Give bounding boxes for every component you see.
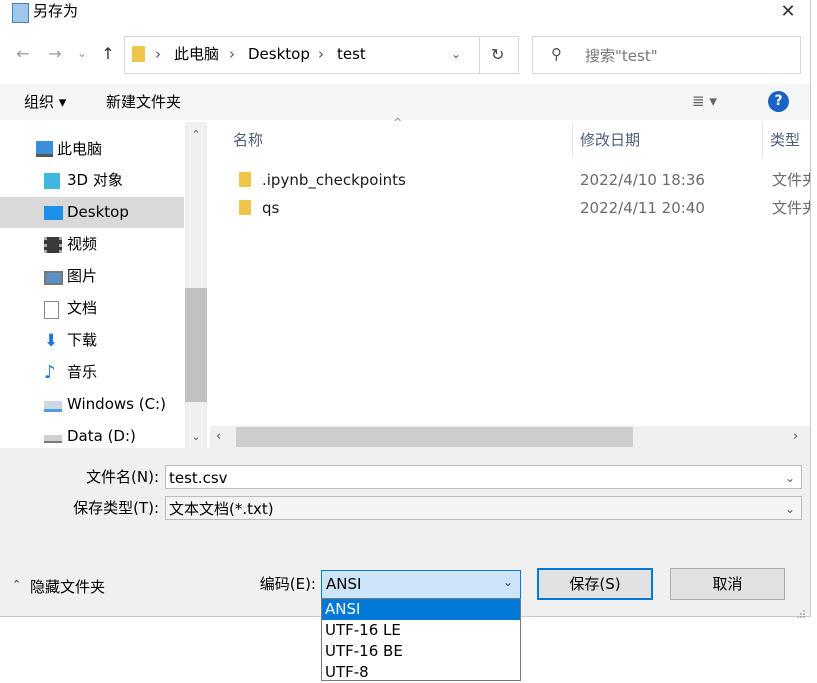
column-divider[interactable] xyxy=(572,122,573,158)
sidebar-item-label: 下载 xyxy=(67,331,98,349)
horizontal-scrollbar-thumb[interactable] xyxy=(236,427,633,447)
sort-ascending-icon: ^ xyxy=(393,116,403,129)
encoding-option-ansi[interactable]: ANSI xyxy=(322,599,520,620)
encoding-option-utf16be[interactable]: UTF-16 BE xyxy=(322,641,520,662)
encoding-label: 编码(E): xyxy=(259,575,316,593)
folder-icon xyxy=(239,172,251,187)
sidebar-item-label: Data (D:) xyxy=(67,427,136,445)
file-row[interactable]: .ipynb_checkpoints 2022/4/10 18:36 文件夹 xyxy=(230,168,810,194)
chevron-down-icon: ⌄ xyxy=(784,502,795,516)
picture-icon xyxy=(44,271,63,285)
sidebar-item-desktop[interactable]: Desktop xyxy=(0,197,184,228)
recent-locations-chevron-icon[interactable]: ⌄ xyxy=(76,43,88,63)
sidebar-item-documents[interactable]: 文档 xyxy=(0,293,184,324)
column-divider[interactable] xyxy=(762,122,763,158)
scroll-up-arrow-icon[interactable]: ⌃ xyxy=(185,128,207,141)
column-header-date-modified[interactable]: 修改日期 xyxy=(580,130,640,150)
sidebar-item-videos[interactable]: 视频 xyxy=(0,229,184,260)
organize-menu-button[interactable]: 组织 ▾ xyxy=(24,92,66,112)
help-icon[interactable]: ? xyxy=(768,91,789,112)
computer-icon xyxy=(36,141,53,157)
file-name: qs xyxy=(262,199,280,217)
breadcrumb-separator-icon: › xyxy=(318,45,324,63)
sidebar-item-downloads[interactable]: ⬇ 下载 xyxy=(0,325,184,356)
filetype-select[interactable]: 文本文档(*.txt) ⌄ xyxy=(165,496,802,520)
column-header-name[interactable]: 名称 xyxy=(233,130,263,150)
sidebar-item-music[interactable]: ♪ 音乐 xyxy=(0,357,184,388)
encoding-value: ANSI xyxy=(326,575,362,593)
window-title: 另存为 xyxy=(33,2,79,20)
sidebar-item-label: 音乐 xyxy=(67,363,98,381)
sidebar-item-pictures[interactable]: 图片 xyxy=(0,261,184,292)
refresh-button[interactable]: ↻ xyxy=(478,36,519,74)
up-arrow-icon[interactable]: ↑ xyxy=(99,44,117,64)
breadcrumb-desktop[interactable]: Desktop xyxy=(248,45,310,63)
sidebar-item-label: Desktop xyxy=(67,203,129,221)
encoding-option-utf16le[interactable]: UTF-16 LE xyxy=(322,620,520,641)
sidebar-item-windows-c[interactable]: Windows (C:) xyxy=(0,389,184,420)
chevron-down-icon[interactable]: ⌄ xyxy=(785,466,795,490)
drive-icon xyxy=(44,435,62,443)
new-folder-button[interactable]: 新建文件夹 xyxy=(106,92,181,112)
file-name: .ipynb_checkpoints xyxy=(262,171,406,189)
filetype-value: 文本文档(*.txt) xyxy=(169,500,274,518)
cube-icon xyxy=(44,173,60,189)
view-options-icon[interactable]: ≣ ▾ xyxy=(692,91,717,111)
sidebar-item-label: Windows (C:) xyxy=(67,395,166,413)
breadcrumb-separator-icon: › xyxy=(155,45,161,63)
encoding-option-utf8[interactable]: UTF-8 xyxy=(322,662,520,683)
sidebar-item-label: 3D 对象 xyxy=(67,171,123,189)
music-icon: ♪ xyxy=(44,362,56,383)
folder-icon xyxy=(239,200,251,215)
scroll-down-arrow-icon[interactable]: ⌄ xyxy=(185,430,207,443)
file-date: 2022/4/11 20:40 xyxy=(580,199,705,217)
refresh-icon: ↻ xyxy=(491,45,505,64)
notepad-icon xyxy=(12,3,29,23)
sidebar-item-3d-objects[interactable]: 3D 对象 xyxy=(0,165,184,196)
column-header-type[interactable]: 类型 xyxy=(770,130,810,150)
breadcrumb-this-pc[interactable]: 此电脑 xyxy=(174,45,219,63)
file-type: 文件夹 xyxy=(772,171,810,189)
filename-value: test.csv xyxy=(169,469,228,487)
search-placeholder: 搜索"test" xyxy=(585,47,658,65)
search-icon: ⚲ xyxy=(551,45,562,63)
cancel-button[interactable]: 取消 xyxy=(670,568,785,600)
file-type: 文件夹 xyxy=(772,199,810,217)
chevron-down-icon: ⌄ xyxy=(503,575,514,589)
sidebar-item-label: 文档 xyxy=(67,299,98,317)
sidebar-item-this-pc[interactable]: 此电脑 xyxy=(0,134,184,165)
desktop-icon xyxy=(44,206,63,220)
video-icon xyxy=(44,237,62,253)
hide-folders-toggle[interactable]: 隐藏文件夹 xyxy=(30,577,105,597)
navigation-pane: 此电脑 3D 对象 Desktop 视频 图片 文档 ⬇ 下载 ♪ 音乐 Win… xyxy=(0,122,210,448)
back-arrow-icon[interactable]: ← xyxy=(14,44,32,64)
encoding-dropdown-list: ANSI UTF-16 LE UTF-16 BE UTF-8 xyxy=(321,598,521,681)
sidebar-item-label: 视频 xyxy=(67,235,98,253)
filename-label: 文件名(N): xyxy=(86,468,159,486)
encoding-select[interactable]: ANSI ⌄ xyxy=(321,570,521,599)
navigation-scrollbar-thumb[interactable] xyxy=(185,288,207,402)
drive-icon xyxy=(44,401,62,412)
sidebar-item-label: 图片 xyxy=(67,267,98,285)
collapse-chevron-icon[interactable]: ⌃ xyxy=(12,578,21,591)
breadcrumb-test[interactable]: test xyxy=(337,45,366,63)
save-as-dialog: 另存为 ✕ ← → ⌄ ↑ › 此电脑 › Desktop › test ⌄ ↻… xyxy=(0,0,811,618)
save-button[interactable]: 保存(S) xyxy=(537,568,653,600)
close-icon[interactable]: ✕ xyxy=(778,2,798,22)
sidebar-item-label: 此电脑 xyxy=(57,140,103,158)
download-icon: ⬇ xyxy=(44,331,59,351)
scroll-right-arrow-icon[interactable]: › xyxy=(793,429,798,444)
filetype-label: 保存类型(T): xyxy=(73,499,159,517)
search-input[interactable]: ⚲ 搜索"test" xyxy=(532,36,801,74)
resize-grip-icon[interactable] xyxy=(796,605,806,618)
document-icon xyxy=(44,301,59,319)
filename-field[interactable]: test.csv ⌄ xyxy=(165,465,802,489)
forward-arrow-icon[interactable]: → xyxy=(46,44,64,64)
breadcrumb-separator-icon: › xyxy=(229,45,235,63)
file-row[interactable]: qs 2022/4/11 20:40 文件夹 xyxy=(230,196,810,222)
file-date: 2022/4/10 18:36 xyxy=(580,171,705,189)
address-dropdown-chevron-icon[interactable]: ⌄ xyxy=(451,47,461,61)
folder-icon xyxy=(132,46,145,62)
scroll-left-arrow-icon[interactable]: ‹ xyxy=(216,429,221,444)
